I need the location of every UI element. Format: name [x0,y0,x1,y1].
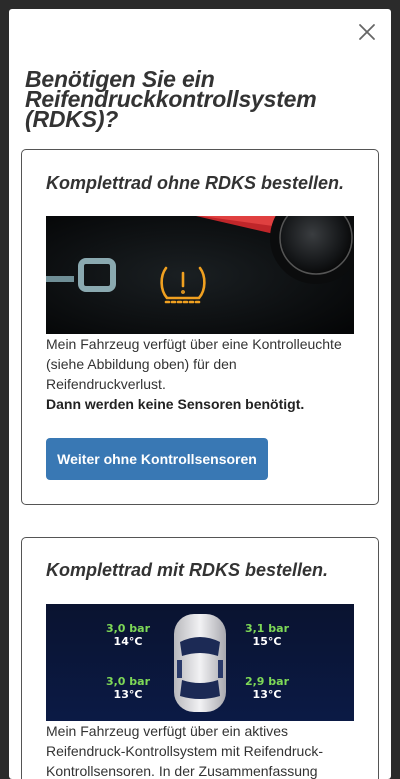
close-icon [359,24,375,40]
option-without-rdks-description: Mein Fahrzeug verfügt über eine Kontroll… [46,334,358,414]
front-right-temp: 15°C [253,635,282,648]
front-right-pressure: 3,1 bar [245,622,290,635]
tpms-car-display-image: 3,0 bar 14°C 3,1 bar 15°C 3,0 bar 13°C 2… [46,604,354,721]
close-button[interactable] [356,21,378,43]
car-icon [174,614,226,712]
continue-without-sensors-button[interactable]: Weiter ohne Kontrollsensoren [46,438,268,480]
tpms-warning-light-image [46,216,354,334]
option-with-rdks-description: Mein Fahrzeug verfügt über ein aktives R… [46,723,323,779]
description-text: Mein Fahrzeug verfügt über eine Kontroll… [46,336,342,392]
front-left-temp: 14°C [114,635,143,648]
front-left-pressure: 3,0 bar [106,622,151,635]
option-without-rdks-title: Komplettrad ohne RDKS bestellen. [46,173,345,193]
option-with-rdks-card: Komplettrad mit RDKS bestellen. 3,0 bar … [21,537,379,779]
rear-left-pressure: 3,0 bar [106,675,151,688]
option-without-rdks-card: Komplettrad ohne RDKS bestellen. Mein Fa… [21,149,379,505]
rdks-modal: Benötigen Sie ein Reifendruckkontrollsys… [9,9,391,779]
option-with-rdks-title: Komplettrad mit RDKS bestellen. [46,560,329,580]
rear-left-temp: 13°C [114,688,143,701]
rear-right-temp: 13°C [253,688,282,701]
rear-right-pressure: 2,9 bar [245,675,290,688]
description-bold-text: Dann werden keine Sensoren benötigt. [46,396,305,412]
modal-title: Benötigen Sie ein Reifendruckkontrollsys… [25,66,317,132]
